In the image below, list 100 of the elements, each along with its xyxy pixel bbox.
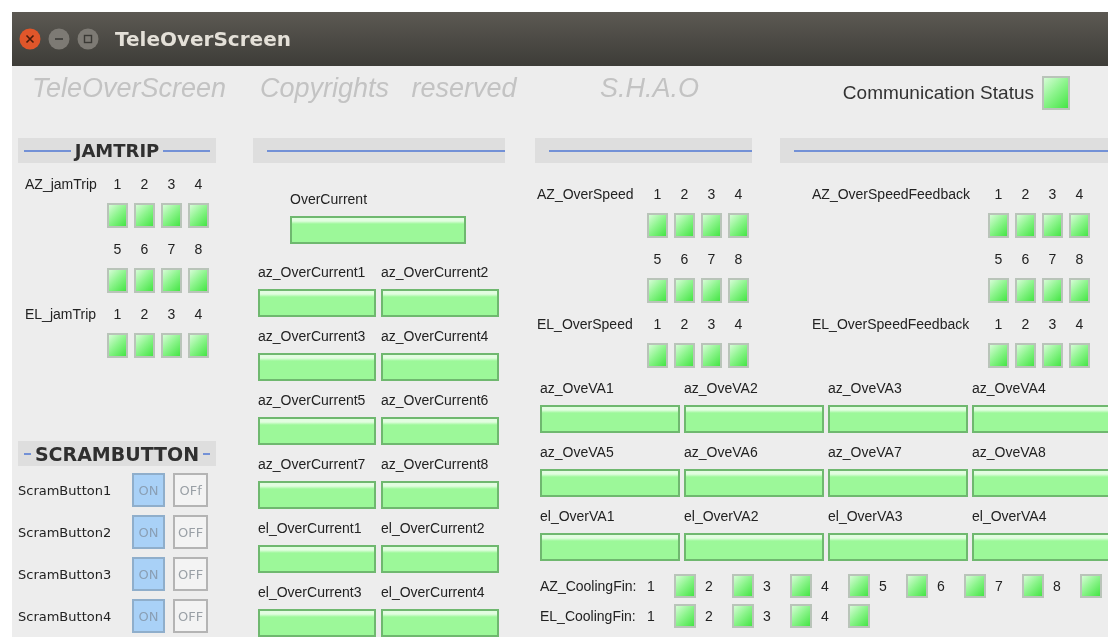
channel-number: 2 bbox=[139, 175, 150, 194]
channel-label: az_OveVA4 bbox=[972, 379, 1047, 398]
channel-number: 3 bbox=[762, 578, 772, 594]
channel-number: 7 bbox=[706, 250, 717, 269]
channel-number: 4 bbox=[193, 175, 204, 194]
status-label: Communication Status bbox=[842, 82, 1034, 104]
channel-number: 4 bbox=[1074, 315, 1085, 334]
channel-number: 2 bbox=[679, 315, 690, 334]
channel-label: el_OverCurrent1 bbox=[258, 519, 363, 538]
section-title: JAMTRIP bbox=[72, 140, 161, 161]
channel-number: 1 bbox=[646, 608, 656, 624]
channel-number: 1 bbox=[993, 315, 1004, 334]
channel-label: az_OveVA2 bbox=[684, 379, 759, 398]
channel-number: 3 bbox=[166, 175, 177, 194]
window-title: TeleOverScreen bbox=[115, 27, 291, 51]
toggle-button[interactable]: ON bbox=[131, 473, 166, 507]
channel-number: 4 bbox=[733, 315, 744, 334]
channel-number: 8 bbox=[1052, 578, 1062, 594]
channel-label: az_OverCurrent5 bbox=[258, 391, 367, 410]
channel-number: 2 bbox=[704, 578, 714, 594]
toggle-button[interactable]: ON bbox=[131, 515, 166, 549]
channel-number: 2 bbox=[1020, 315, 1031, 334]
channel-label: az_OveVA1 bbox=[540, 379, 615, 398]
channel-label: az_OverCurrent8 bbox=[381, 455, 490, 474]
channel-label: el_OverCurrent3 bbox=[258, 583, 363, 602]
minimize-icon[interactable] bbox=[48, 28, 70, 50]
channel-label: EL_jamTrip bbox=[24, 305, 98, 324]
channel-number: 1 bbox=[993, 185, 1004, 204]
channel-number: 3 bbox=[706, 185, 717, 204]
channel-number: 4 bbox=[820, 578, 830, 594]
channel-number: 7 bbox=[994, 578, 1004, 594]
toggle-button[interactable]: OFf bbox=[173, 473, 208, 507]
channel-number: 3 bbox=[706, 315, 717, 334]
channel-number: 6 bbox=[936, 578, 946, 594]
channel-number: 3 bbox=[166, 305, 177, 324]
channel-label: el_OverVA2 bbox=[684, 507, 760, 526]
scram-label: ScramButton1 bbox=[18, 482, 113, 498]
channel-number: 1 bbox=[112, 175, 123, 194]
channel-label: az_OveVA3 bbox=[828, 379, 903, 398]
channel-label: az_OveVA5 bbox=[540, 443, 615, 462]
channel-label: el_OverCurrent2 bbox=[381, 519, 486, 538]
fin-label: EL_CoolingFin: bbox=[539, 608, 637, 624]
channel-label: az_OverCurrent2 bbox=[381, 263, 490, 282]
channel-label: EL_OverSpeedFeedback bbox=[811, 315, 971, 334]
close-icon[interactable] bbox=[19, 28, 41, 50]
toggle-button[interactable]: ON bbox=[131, 557, 166, 591]
channel-number: 2 bbox=[1020, 185, 1031, 204]
channel-number: 4 bbox=[733, 185, 744, 204]
channel-label: AZ_OverSpeedFeedback bbox=[811, 185, 971, 204]
channel-number: 6 bbox=[679, 250, 690, 269]
channel-number: 3 bbox=[1047, 185, 1058, 204]
channel-number: 5 bbox=[652, 250, 663, 269]
toggle-button[interactable]: ON bbox=[131, 599, 166, 633]
channel-label: AZ_OverSpeed bbox=[536, 185, 635, 204]
channel-number: 5 bbox=[993, 250, 1004, 269]
toggle-button[interactable]: OFF bbox=[173, 557, 208, 591]
channel-number: 5 bbox=[112, 240, 123, 259]
section-title: SCRAMBUTTON bbox=[33, 442, 201, 465]
channel-number: 2 bbox=[679, 185, 690, 204]
channel-label: el_OverCurrent4 bbox=[381, 583, 486, 602]
channel-label: az_OveVA7 bbox=[828, 443, 903, 462]
fin-label: AZ_CoolingFin: bbox=[539, 578, 638, 594]
channel-label: az_OveVA8 bbox=[972, 443, 1047, 462]
scram-label: ScramButton4 bbox=[18, 608, 113, 624]
channel-number: 1 bbox=[646, 578, 656, 594]
channel-label: el_OverVA3 bbox=[828, 507, 904, 526]
channel-label: el_OverVA4 bbox=[972, 507, 1048, 526]
channel-number: 7 bbox=[1047, 250, 1058, 269]
channel-number: 8 bbox=[193, 240, 204, 259]
channel-number: 1 bbox=[652, 315, 663, 334]
channel-number: 2 bbox=[704, 608, 714, 624]
toggle-button[interactable]: OFF bbox=[173, 515, 208, 549]
channel-number: 8 bbox=[1074, 250, 1085, 269]
channel-number: 7 bbox=[166, 240, 177, 259]
channel-label: el_OverVA1 bbox=[540, 507, 616, 526]
channel-label: az_OverCurrent3 bbox=[258, 327, 367, 346]
channel-number: 2 bbox=[139, 305, 150, 324]
channel-number: 6 bbox=[1020, 250, 1031, 269]
channel-label: OverCurrent bbox=[290, 190, 369, 209]
channel-label: az_OverCurrent1 bbox=[258, 263, 367, 282]
channel-number: 1 bbox=[652, 185, 663, 204]
channel-label: az_OverCurrent7 bbox=[258, 455, 367, 474]
maximize-icon[interactable] bbox=[77, 28, 99, 50]
scram-label: ScramButton3 bbox=[18, 566, 113, 582]
channel-label: az_OverCurrent6 bbox=[381, 391, 490, 410]
channel-number: 3 bbox=[762, 608, 772, 624]
channel-number: 5 bbox=[878, 578, 888, 594]
channel-label: az_OverCurrent4 bbox=[381, 327, 490, 346]
scram-label: ScramButton2 bbox=[18, 524, 113, 540]
channel-label: az_OveVA6 bbox=[684, 443, 759, 462]
toggle-button[interactable]: OFF bbox=[173, 599, 208, 633]
channel-label: AZ_jamTrip bbox=[24, 175, 98, 194]
channel-number: 8 bbox=[733, 250, 744, 269]
channel-number: 4 bbox=[193, 305, 204, 324]
channel-number: 3 bbox=[1047, 315, 1058, 334]
channel-number: 4 bbox=[820, 608, 830, 624]
channel-number: 4 bbox=[1074, 185, 1085, 204]
channel-number: 6 bbox=[139, 240, 150, 259]
channel-number: 1 bbox=[112, 305, 123, 324]
channel-label: EL_OverSpeed bbox=[536, 315, 634, 334]
